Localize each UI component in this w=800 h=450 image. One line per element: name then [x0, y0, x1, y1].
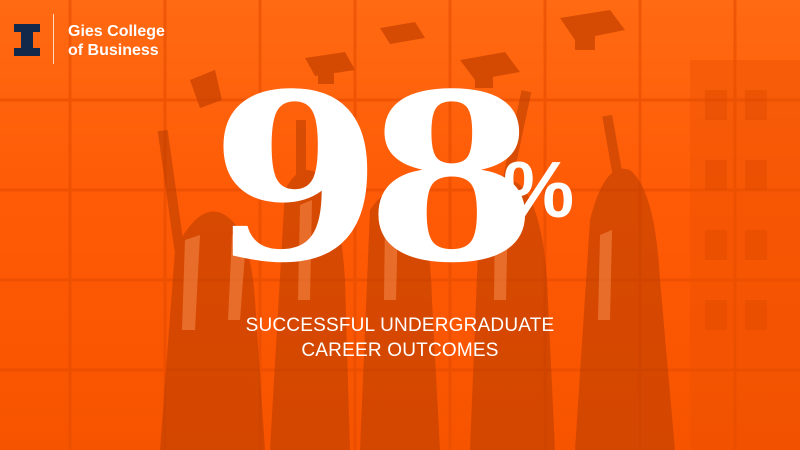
promo-slide: Gies College of Business 98 % SUCCESSFUL… [0, 0, 800, 450]
stat-caption-line1: SUCCESSFUL UNDERGRADUATE [245, 315, 555, 336]
college-name-line2: of Business [68, 42, 159, 59]
block-i-logo-icon [14, 24, 40, 56]
logo-divider [53, 14, 54, 64]
stat-caption: SUCCESSFUL UNDERGRADUATE CAREER OUTCOMES [230, 313, 570, 363]
college-name: Gies College of Business [68, 22, 165, 60]
stat-caption-line2: CAREER OUTCOMES [301, 340, 499, 361]
stat-number: 98 [210, 44, 538, 314]
college-name-line1: Gies College [68, 23, 165, 40]
stat-unit: % [503, 145, 575, 234]
